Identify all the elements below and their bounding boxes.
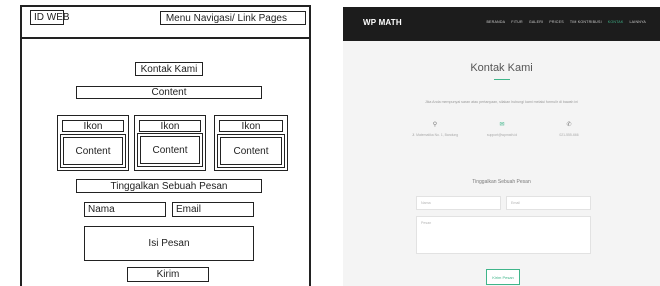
nav-item-kontak[interactable]: KONTAK <box>608 20 624 24</box>
page-title: Kontak Kami <box>470 62 533 74</box>
info-location: ⚲ Jl. Matematika No. 1, Bandung <box>405 121 465 138</box>
nav-item-lainnya[interactable]: LAINNYA <box>629 20 646 24</box>
message-textarea[interactable]: Pesan <box>416 216 591 254</box>
brand-logo[interactable]: WP MATH <box>363 18 402 27</box>
send-message-button[interactable]: Kirim Pesan <box>486 269 520 285</box>
page-title-box: Kontak Kami <box>135 62 203 76</box>
wireframe-left-border <box>20 5 22 286</box>
email-placeholder: Email <box>511 201 520 205</box>
wireframe-right-border <box>309 5 311 286</box>
email-icon: ✉ <box>499 122 505 128</box>
name-input[interactable]: Nama <box>416 196 501 210</box>
column-2-icon-box: Ikon <box>139 120 201 132</box>
phone-icon: ✆ <box>566 122 572 128</box>
info-email-text: support@wpmath.id <box>486 133 518 137</box>
form-title: Tinggalkan Sebuah Pesan <box>472 179 531 185</box>
send-button-box: Kirim <box>127 267 209 282</box>
info-location-text: Jl. Matematika No. 1, Bandung <box>411 133 459 137</box>
column-3-icon-box: Ikon <box>219 120 283 132</box>
site-id-box: ID WEB <box>30 10 70 25</box>
leave-message-box: Tinggalkan Sebuah Pesan <box>76 179 262 193</box>
wireframe-header-divider <box>20 37 311 39</box>
content-box: Content <box>76 86 262 99</box>
column-2-content-box: Content <box>140 136 200 164</box>
message-placeholder: Pesan <box>421 221 432 225</box>
email-field-box: Email <box>172 202 254 217</box>
navbar: WP MATH BERANDA FITUR GALERI PRICES TIM … <box>343 7 660 41</box>
message-field-box: Isi Pesan <box>84 226 254 261</box>
email-input[interactable]: Email <box>506 196 591 210</box>
nav-item-beranda[interactable]: BERANDA <box>486 20 505 24</box>
nav-item-prices[interactable]: PRICES <box>549 20 564 24</box>
nav-item-fitur[interactable]: FITUR <box>511 20 523 24</box>
info-phone: ✆ 021-555-666 <box>539 121 599 138</box>
nav-item-galeri[interactable]: GALERI <box>529 20 543 24</box>
wireframe-panel: ID WEB Menu Navigasi/ Link Pages Kontak … <box>0 0 322 286</box>
lead-text: Jika Anda mempunyai saran atau pertanyaa… <box>424 100 579 104</box>
nav-menu-box: Menu Navigasi/ Link Pages <box>160 11 306 25</box>
info-email: ✉ support@wpmath.id <box>472 121 532 138</box>
column-1-icon-box: Ikon <box>62 120 124 132</box>
nav-item-tim[interactable]: TIM KONTRIBUSI <box>570 20 602 24</box>
mockup-panel: WP MATH BERANDA FITUR GALERI PRICES TIM … <box>343 7 660 286</box>
nav-menu: BERANDA FITUR GALERI PRICES TIM KONTRIBU… <box>486 20 646 24</box>
column-1-content-box: Content <box>63 137 123 165</box>
location-icon: ⚲ <box>432 122 438 128</box>
send-message-label: Kirim Pesan <box>492 274 514 280</box>
name-placeholder: Nama <box>421 201 431 205</box>
wireframe-top-border <box>20 5 311 7</box>
column-3-content-box: Content <box>220 137 282 165</box>
info-phone-text: 021-555-666 <box>559 133 579 137</box>
title-underline <box>494 79 510 80</box>
name-field-box: Nama <box>84 202 166 217</box>
